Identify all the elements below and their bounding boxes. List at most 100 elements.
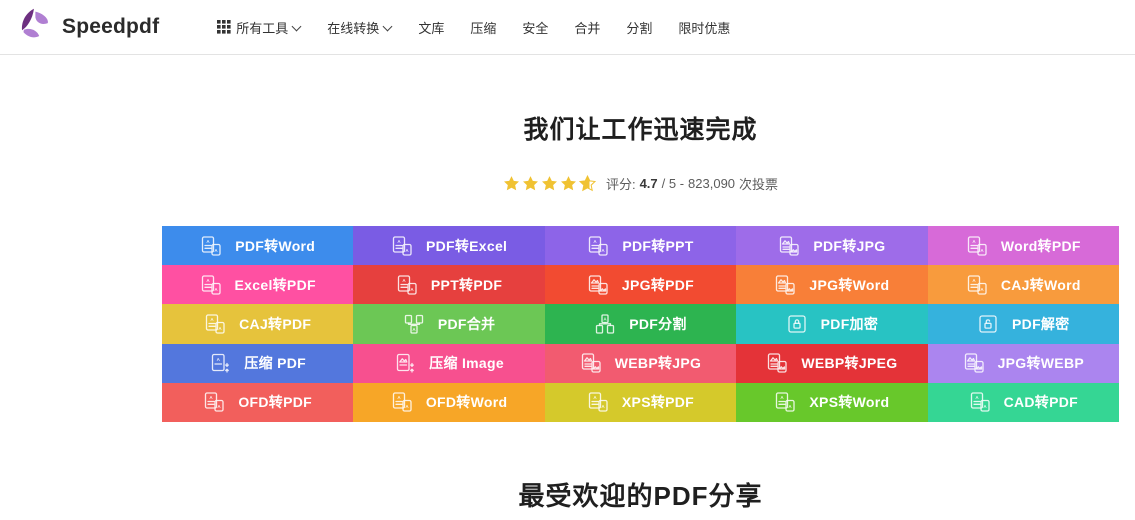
tool-grid: A A PDF转Word A A PDF转Excel A A PDF转PPT PDF转JPG A A W… [162, 226, 1119, 422]
nav-item-2[interactable]: 在线转换 [327, 18, 392, 37]
svg-text:A: A [211, 317, 215, 322]
docs-convert-icon: AA [774, 391, 796, 413]
nav-item-3[interactable]: 文库 [418, 18, 444, 37]
docs-convert-icon: AA [391, 235, 413, 257]
docs-image-convert-icon [963, 352, 985, 374]
tool-card-PDF加密[interactable]: PDF加密 [736, 304, 928, 344]
tool-card-PDF解密[interactable]: PDF解密 [927, 304, 1119, 344]
svg-text:A: A [604, 316, 608, 321]
chevron-down-icon [293, 21, 301, 29]
svg-text:A: A [593, 395, 597, 400]
brand-logo[interactable]: Speedpdf [12, 4, 159, 51]
tool-card-label: JPG转PDF [621, 276, 695, 293]
tool-card-label: OFD转PDF [238, 394, 313, 411]
split-icon: A [594, 313, 616, 335]
tool-card-label: OFD转Word [425, 394, 508, 411]
tool-card-XPS转Word[interactable]: A A XPS转Word [736, 382, 928, 422]
tool-card-压缩-PDF[interactable]: A 压缩 PDF [162, 343, 354, 383]
svg-text:A: A [210, 395, 214, 400]
tool-card-CAJ转Word[interactable]: A A CAJ转Word [927, 265, 1119, 305]
docs-image-convert-icon [778, 235, 800, 257]
docs-convert-icon: AA [396, 274, 418, 296]
tool-card-CAD转PDF[interactable]: A A CAD转PDF [927, 382, 1119, 422]
svg-text:A: A [601, 404, 605, 409]
tool-card-label: PDF转JPG [813, 237, 886, 254]
rating-row: 评分: 4.7 / 5 - 823,090 次投票 [162, 174, 1119, 193]
rating-suffix: 次投票 [739, 177, 779, 192]
svg-text:A: A [602, 248, 606, 253]
svg-text:A: A [207, 239, 211, 244]
svg-text:A: A [405, 404, 409, 409]
tool-card-PDF合并[interactable]: A PDF合并 [353, 304, 545, 344]
tool-card-label: CAD转PDF [1003, 394, 1078, 411]
tool-card-JPG转WEBP[interactable]: JPG转WEBP [927, 343, 1119, 383]
tool-card-PDF分割[interactable]: A PDF分割 [544, 304, 737, 344]
svg-text:A: A [405, 248, 409, 253]
svg-text:A: A [983, 404, 987, 409]
tool-card-WEBP转JPEG[interactable]: WEBP转JPEG [736, 343, 928, 383]
svg-text:A: A [214, 287, 218, 292]
svg-text:A: A [975, 395, 979, 400]
tool-card-Word转PDF[interactable]: A A Word转PDF [927, 226, 1119, 266]
docs-convert-icon: AA [200, 274, 222, 296]
nav-item-5[interactable]: 安全 [522, 18, 548, 37]
tool-card-PDF转Word[interactable]: A A PDF转Word [162, 226, 354, 266]
popular-section-title: 最受欢迎的PDF分享 [518, 480, 763, 511]
svg-text:A: A [402, 278, 406, 283]
tool-card-label: CAJ转PDF [239, 315, 312, 332]
svg-text:A: A [397, 395, 401, 400]
tool-card-label: PDF加密 [820, 315, 879, 332]
nav-item-label: 分割 [626, 20, 653, 36]
svg-text:A: A [412, 327, 416, 332]
nav-item-label: 安全 [522, 20, 549, 36]
nav-item-6[interactable]: 合并 [574, 18, 600, 37]
tool-card-PDF转PPT[interactable]: A A PDF转PPT [544, 226, 737, 266]
tool-card-label: XPS转PDF [621, 394, 695, 411]
compress-doc-icon: A [209, 352, 231, 374]
tool-card-PDF转JPG[interactable]: PDF转JPG [736, 226, 928, 266]
docs-convert-icon: AA [587, 235, 609, 257]
tool-card-WEBP转JPG[interactable]: WEBP转JPG [544, 343, 737, 383]
nav-item-label: 在线转换 [327, 20, 380, 36]
tool-card-CAJ转PDF[interactable]: A A CAJ转PDF [162, 304, 354, 344]
tool-card-JPG转PDF[interactable]: JPG转PDF [544, 265, 737, 305]
chevron-down-icon [384, 21, 392, 29]
tool-card-压缩-Image[interactable]: 压缩 Image [353, 343, 545, 383]
svg-text:A: A [781, 395, 785, 400]
tool-card-label: PDF合并 [437, 315, 496, 332]
nav-item-label: 所有工具 [236, 20, 289, 36]
brand-name: Speedpdf [62, 15, 160, 38]
main-nav: 所有工具 在线转换 文库 压缩 安全 合并 分割 限时优惠 [217, 18, 730, 37]
tool-card-OFD转Word[interactable]: A A OFD转Word [353, 382, 545, 422]
lock-icon [786, 313, 808, 335]
nav-item-7[interactable]: 分割 [626, 18, 652, 37]
svg-text:A: A [972, 278, 976, 283]
nav-item-8[interactable]: 限时优惠 [678, 18, 730, 37]
nav-item-4[interactable]: 压缩 [470, 18, 496, 37]
tool-card-PPT转PDF[interactable]: A A PPT转PDF [353, 265, 545, 305]
tool-card-label: PDF转Excel [425, 237, 508, 254]
tool-card-label: JPG转WEBP [997, 355, 1084, 372]
tool-card-label: PDF分割 [629, 315, 687, 332]
tool-card-JPG转Word[interactable]: JPG转Word [736, 265, 928, 305]
nav-item-label: 限时优惠 [678, 20, 731, 36]
svg-text:A: A [217, 357, 221, 362]
docs-image-convert-icon [774, 274, 796, 296]
tool-card-PDF转Excel[interactable]: A A PDF转Excel [353, 226, 545, 266]
tool-card-XPS转PDF[interactable]: A A XPS转PDF [544, 382, 737, 422]
nav-item-label: 文库 [418, 20, 445, 36]
nav-item-label: 合并 [574, 20, 601, 36]
tool-card-OFD转PDF[interactable]: A A OFD转PDF [162, 382, 354, 422]
svg-text:A: A [594, 239, 598, 244]
tool-card-label: PDF转Word [235, 237, 316, 254]
unlock-icon [977, 313, 999, 335]
header: Speedpdf 所有工具 在线转换 文库 压缩 安全 合并 分割 限时优惠 [0, 0, 1135, 55]
nav-item-1[interactable]: 所有工具 [217, 18, 301, 37]
svg-text:A: A [789, 404, 793, 409]
page-title: 我们让工作迅速完成 [523, 116, 758, 144]
docs-convert-icon: AA [587, 391, 609, 413]
tool-card-Excel转PDF[interactable]: A A Excel转PDF [162, 265, 354, 305]
rating-mid: / 5 - [661, 176, 685, 191]
butterfly-logo-icon [12, 4, 54, 51]
rating-score: 4.7 [639, 176, 658, 191]
